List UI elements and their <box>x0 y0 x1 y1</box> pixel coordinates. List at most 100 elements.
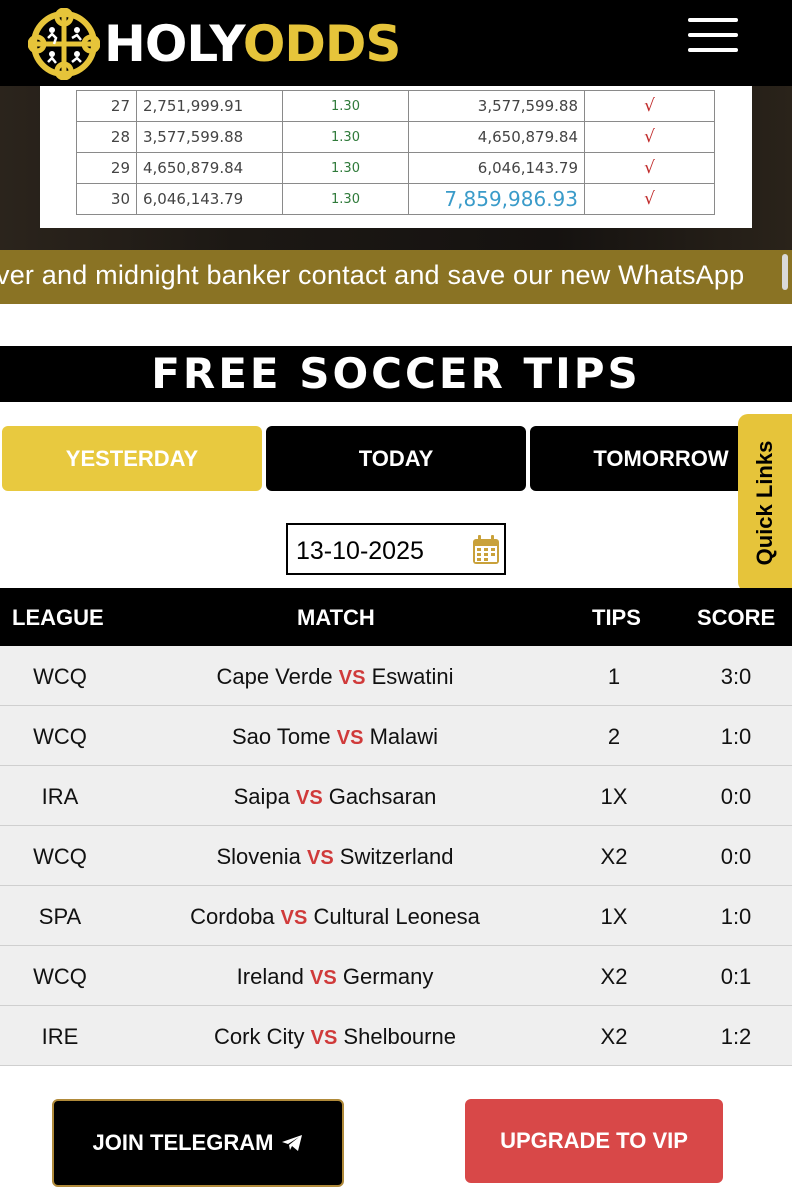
quick-links-button[interactable]: Quick Links <box>738 414 792 592</box>
ticker-scrollbar[interactable] <box>782 254 788 290</box>
cell-match: Cordoba VS Cultural Leonesa <box>130 904 540 930</box>
home-team: Slovenia <box>216 844 301 869</box>
sheet-cell-result: 4,650,879.84 <box>408 121 585 153</box>
cell-league: SPA <box>38 904 82 929</box>
date-value: 13-10-2025 <box>296 537 424 565</box>
vs-label: VS <box>310 967 337 989</box>
away-team: Eswatini <box>371 664 454 689</box>
upgrade-vip-button[interactable]: UPGRADE TO VIP <box>465 1099 723 1183</box>
cell-tip: X2 <box>600 964 628 989</box>
logo-odds: ODDS <box>242 15 402 73</box>
table-row: WCQ Ireland VS Germany X2 0:1 <box>0 946 792 1006</box>
logo-text: HOLYODDS <box>104 19 401 69</box>
sheet-cell-odds: 1.30 <box>282 183 409 215</box>
section-title-bar: FREE SOCCER TIPS <box>0 346 792 402</box>
cell-league: IRE <box>41 1024 79 1049</box>
table-row: IRA Saipa VS Gachsaran 1X 0:0 <box>0 766 792 826</box>
vs-label: VS <box>280 907 308 929</box>
cell-league: WCQ <box>33 844 87 869</box>
cell-league: WCQ <box>33 964 87 989</box>
logo-badge-icon <box>28 8 100 80</box>
tab-yesterday[interactable]: YESTERDAY <box>2 426 262 491</box>
home-team: Sao Tome <box>231 724 331 749</box>
home-team: Cordoba <box>190 904 275 929</box>
date-picker-input[interactable]: 13-10-2025 <box>286 523 506 575</box>
sheet-cell-check: √ <box>584 121 715 153</box>
sheet-cell-amount: 2,751,999.91 <box>136 90 283 122</box>
sheet-row: 29 4,650,879.84 1.30 6,046,143.79 √ <box>76 152 715 184</box>
join-telegram-button[interactable]: JOIN TELEGRAM <box>52 1099 344 1187</box>
away-team: Gachsaran <box>328 784 437 809</box>
sheet-cell-amount: 3,577,599.88 <box>136 121 283 153</box>
hamburger-menu-icon[interactable] <box>688 18 738 52</box>
sheet-row: 27 2,751,999.91 1.30 3,577,599.88 √ <box>76 90 715 122</box>
table-row: WCQ Slovenia VS Switzerland X2 0:0 <box>0 826 792 886</box>
vs-label: VS <box>295 787 323 809</box>
site-header: HOLYODDS <box>0 0 792 86</box>
sheet-row: 30 6,046,143.79 1.30 7,859,986.93 √ <box>76 183 715 215</box>
cell-tip: 2 <box>607 724 621 749</box>
home-team: Cape Verde <box>216 664 333 689</box>
cell-league: WCQ <box>33 664 87 689</box>
sheet-cell-odds: 1.30 <box>282 121 409 153</box>
vs-label: VS <box>338 667 366 689</box>
sheet-cell-amount: 4,650,879.84 <box>136 152 283 184</box>
table-row: IRE Cork City VS Shelbourne X2 1:2 <box>0 1006 792 1066</box>
table-row: SPA Cordoba VS Cultural Leonesa 1X 1:0 <box>0 886 792 946</box>
table-row: WCQ Sao Tome VS Malawi 2 1:0 <box>0 706 792 766</box>
home-team: Saipa <box>233 784 290 809</box>
calendar-icon[interactable] <box>472 535 500 565</box>
vs-label: VS <box>306 847 334 869</box>
cell-league: WCQ <box>33 724 87 749</box>
quick-links-label: Quick Links <box>752 440 777 566</box>
join-telegram-label: JOIN TELEGRAM <box>92 1130 274 1155</box>
sheet-cell-check: √ <box>584 90 715 122</box>
sheet-cell-check: √ <box>584 183 715 215</box>
away-team: Shelbourne <box>343 1024 456 1049</box>
sheet-row: 28 3,577,599.88 1.30 4,650,879.84 √ <box>76 121 715 153</box>
cell-league: IRA <box>41 784 79 809</box>
cell-tip: 1X <box>600 904 628 929</box>
header-tips: TIPS <box>592 605 641 630</box>
announcement-ticker: ver and midnight banker contact and save… <box>0 250 792 304</box>
cell-tip: X2 <box>600 1024 628 1049</box>
cell-score: 1:0 <box>720 904 752 929</box>
cell-match: Sao Tome VS Malawi <box>130 724 540 750</box>
sheet-cell-check: √ <box>584 152 715 184</box>
cell-tip: 1 <box>607 664 621 689</box>
sheet-cell-result: 6,046,143.79 <box>408 152 585 184</box>
away-team: Switzerland <box>339 844 454 869</box>
table-header: LEAGUE MATCH TIPS SCORE <box>0 588 792 646</box>
cell-match: Saipa VS Gachsaran <box>130 784 540 810</box>
sheet-cell-odds: 1.30 <box>282 152 409 184</box>
cell-score: 3:0 <box>720 664 752 689</box>
upgrade-vip-label: UPGRADE TO VIP <box>500 1128 688 1153</box>
cell-match: Slovenia VS Switzerland <box>130 844 540 870</box>
vs-label: VS <box>336 727 364 749</box>
cell-tip: X2 <box>600 844 628 869</box>
away-team: Germany <box>342 964 434 989</box>
table-row: WCQ Cape Verde VS Eswatini 1 3:0 <box>0 646 792 706</box>
banner-spreadsheet-image: 27 2,751,999.91 1.30 3,577,599.88 √ 28 3,577,5… <box>40 86 752 228</box>
sheet-cell-index: 30 <box>76 183 137 215</box>
sheet-cell-index: 29 <box>76 152 137 184</box>
cell-tip: 1X <box>600 784 628 809</box>
tab-today[interactable]: TODAY <box>266 426 526 491</box>
header-league: LEAGUE <box>12 605 104 630</box>
site-logo[interactable]: HOLYODDS <box>28 8 401 80</box>
sheet-cell-amount: 6,046,143.79 <box>136 183 283 215</box>
logo-holy: HOLY <box>104 15 244 73</box>
sheet-cell-result: 3,577,599.88 <box>408 90 585 122</box>
vs-label: VS <box>310 1027 338 1049</box>
cell-match: Cape Verde VS Eswatini <box>130 664 540 690</box>
sheet-cell-odds: 1.30 <box>282 90 409 122</box>
sheet-cell-index: 27 <box>76 90 137 122</box>
cell-score: 0:1 <box>720 964 752 989</box>
header-score: SCORE <box>697 605 776 630</box>
page-title: FREE SOCCER TIPS <box>151 349 641 398</box>
away-team: Cultural Leonesa <box>313 904 480 929</box>
away-team: Malawi <box>369 724 439 749</box>
cell-match: Ireland VS Germany <box>130 964 540 990</box>
telegram-plane-icon <box>282 1135 303 1151</box>
cell-score: 0:0 <box>720 784 752 809</box>
